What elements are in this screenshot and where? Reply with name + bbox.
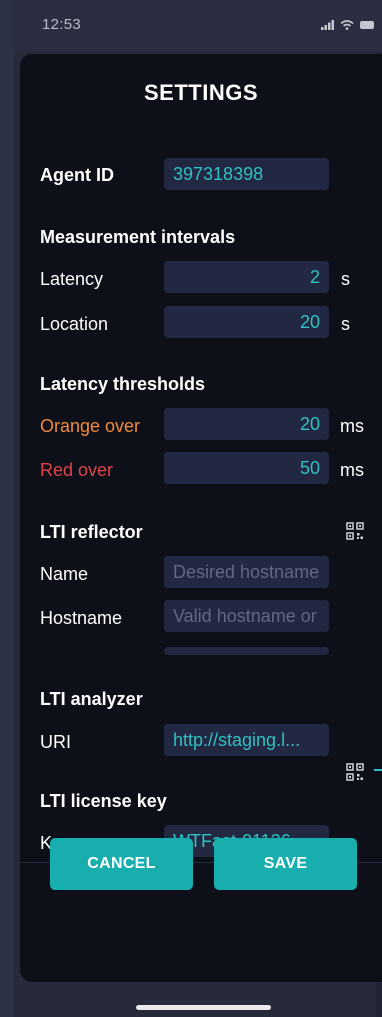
reflector-extra-field[interactable]: [164, 647, 329, 655]
cancel-button[interactable]: CANCEL: [50, 838, 193, 890]
agent-id-label: Agent ID: [40, 165, 114, 185]
analyzer-uri-label: URI: [40, 732, 71, 752]
reflector-hostname-label: Hostname: [40, 608, 123, 628]
settings-sheet: SETTINGS Agent ID Measurement intervals …: [20, 54, 382, 982]
location-interval-label: Location: [40, 314, 109, 334]
latency-interval-label: Latency: [40, 269, 104, 289]
pointer-line: [374, 769, 382, 771]
status-bar: 12:53: [14, 0, 382, 52]
latency-interval-field[interactable]: [164, 261, 329, 293]
status-time: 12:53: [42, 16, 82, 33]
red-threshold-field[interactable]: [164, 452, 329, 484]
wifi-icon: [340, 19, 354, 30]
battery-icon: [360, 20, 374, 29]
save-button[interactable]: SAVE: [214, 838, 357, 890]
signal-icon: [320, 19, 334, 30]
qr-code-scan-icon[interactable]: [345, 521, 365, 541]
latency-thresholds-heading: Latency thresholds: [40, 374, 206, 394]
red-threshold-unit: ms: [340, 460, 364, 480]
agent-id-field[interactable]: [164, 158, 329, 190]
page-title: SETTINGS: [143, 80, 258, 105]
status-icons: [320, 16, 376, 31]
latency-interval-unit: s: [341, 269, 350, 289]
reflector-hostname-input[interactable]: [164, 600, 329, 632]
location-interval-unit: s: [341, 314, 350, 334]
lti-reflector-heading: LTI reflector: [40, 522, 143, 542]
location-interval-field[interactable]: [164, 306, 329, 338]
reflector-name-input[interactable]: [164, 556, 329, 588]
orange-threshold-label: Orange over: [40, 416, 141, 436]
measurement-intervals-heading: Measurement intervals: [40, 227, 236, 247]
lti-analyzer-heading: LTI analyzer: [40, 689, 143, 709]
background-left-edge: [0, 0, 14, 1017]
qr-code-scan-icon[interactable]: [345, 762, 365, 782]
analyzer-uri-field[interactable]: [164, 724, 329, 756]
orange-threshold-unit: ms: [340, 416, 364, 436]
home-indicator: [136, 1005, 271, 1010]
orange-threshold-field[interactable]: [164, 408, 329, 440]
reflector-name-label: Name: [40, 564, 89, 584]
lti-license-key-heading: LTI license key: [40, 791, 167, 811]
red-threshold-label: Red over: [40, 460, 114, 480]
